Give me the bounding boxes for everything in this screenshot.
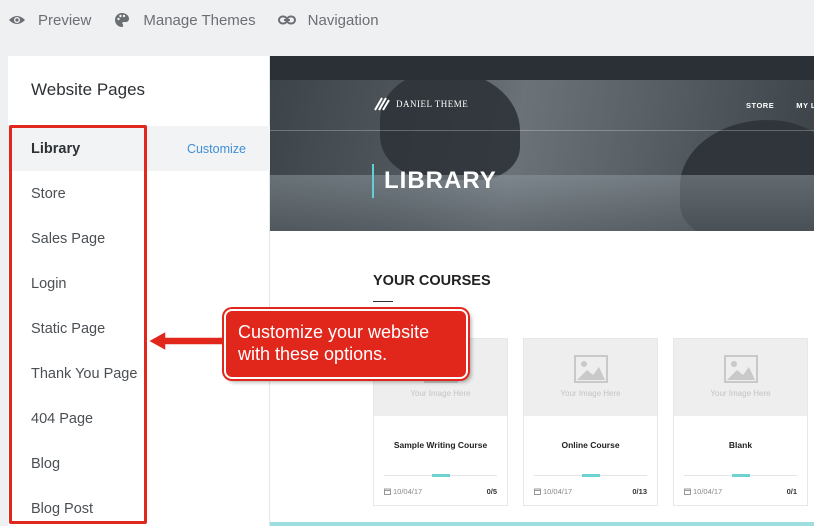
hero-sea-image [270, 175, 814, 231]
calendar-icon [384, 488, 391, 495]
course-date-text: 10/04/17 [693, 487, 723, 496]
preview-top-bar [270, 56, 814, 80]
preview-tab[interactable]: Preview [8, 11, 91, 29]
image-placeholder-icon [574, 355, 608, 383]
navigation-label: Navigation [307, 11, 379, 29]
calendar-icon [534, 488, 541, 495]
progress-indicator [432, 474, 450, 477]
navigation-tab[interactable]: Navigation [277, 11, 379, 29]
annotation-highlight-box [9, 125, 147, 524]
menu-item-store[interactable]: STORE [746, 101, 774, 110]
section-title: YOUR COURSES [373, 273, 491, 289]
image-placeholder-text: Your Image Here [410, 389, 471, 398]
course-progress-bar [684, 474, 797, 477]
preview-label: Preview [38, 11, 92, 29]
top-navigation: Preview Manage Themes Navigation [0, 0, 814, 40]
course-date-text: 10/04/17 [543, 487, 573, 496]
image-placeholder-icon [724, 355, 758, 383]
calendar-icon [684, 488, 691, 495]
course-date: 10/04/17 [534, 487, 572, 496]
course-lesson-count: 0/5 [486, 487, 497, 496]
hero-title: LIBRARY [372, 164, 497, 198]
theme-logo[interactable]: DANIEL THEME [374, 97, 468, 111]
preview-bottom-accent [270, 522, 814, 526]
theme-menu: STORE MY L [746, 101, 814, 110]
eye-icon [8, 11, 26, 29]
logo-text: DANIEL THEME [396, 99, 469, 109]
theme-preview-panel: DANIEL THEME STORE MY L LIBRARY YOUR COUR… [270, 56, 814, 526]
course-date: 10/04/17 [384, 487, 422, 496]
hero-banner: DANIEL THEME STORE MY L LIBRARY [270, 80, 814, 231]
image-placeholder-text: Your Image Here [560, 389, 621, 398]
course-title: Online Course [561, 440, 620, 450]
course-lesson-count: 0/1 [786, 487, 797, 496]
course-progress-bar [534, 474, 647, 477]
palette-icon [113, 11, 131, 29]
annotation-callout: Customize your website with these option… [224, 309, 468, 379]
course-title: Blank [728, 440, 753, 450]
hero-divider [270, 130, 814, 131]
manage-themes-tab[interactable]: Manage Themes [113, 11, 256, 29]
course-image-placeholder: Your Image Here [674, 339, 807, 416]
course-image-placeholder: Your Image Here [524, 339, 657, 416]
course-progress-bar [384, 474, 497, 477]
progress-indicator [732, 474, 750, 477]
sidebar-title: Website Pages [31, 80, 146, 99]
course-card[interactable]: Your Image Here Online Course 10/04/17 0… [523, 338, 658, 506]
manage-themes-label: Manage Themes [143, 11, 256, 29]
course-lesson-count: 0/13 [632, 487, 647, 496]
annotation-arrow-icon [146, 330, 230, 352]
menu-item-my-library[interactable]: MY L [796, 101, 814, 110]
link-icon [277, 11, 296, 29]
course-title: Sample Writing Course [393, 440, 488, 450]
image-placeholder-text: Your Image Here [710, 389, 771, 398]
logo-stripes-icon [374, 97, 390, 111]
course-date-text: 10/04/17 [393, 487, 423, 496]
progress-indicator [582, 474, 600, 477]
customize-link[interactable]: Customize [187, 142, 246, 156]
section-underline [373, 301, 393, 302]
course-date: 10/04/17 [684, 487, 722, 496]
course-card[interactable]: Your Image Here Blank 10/04/17 0/1 [673, 338, 808, 506]
